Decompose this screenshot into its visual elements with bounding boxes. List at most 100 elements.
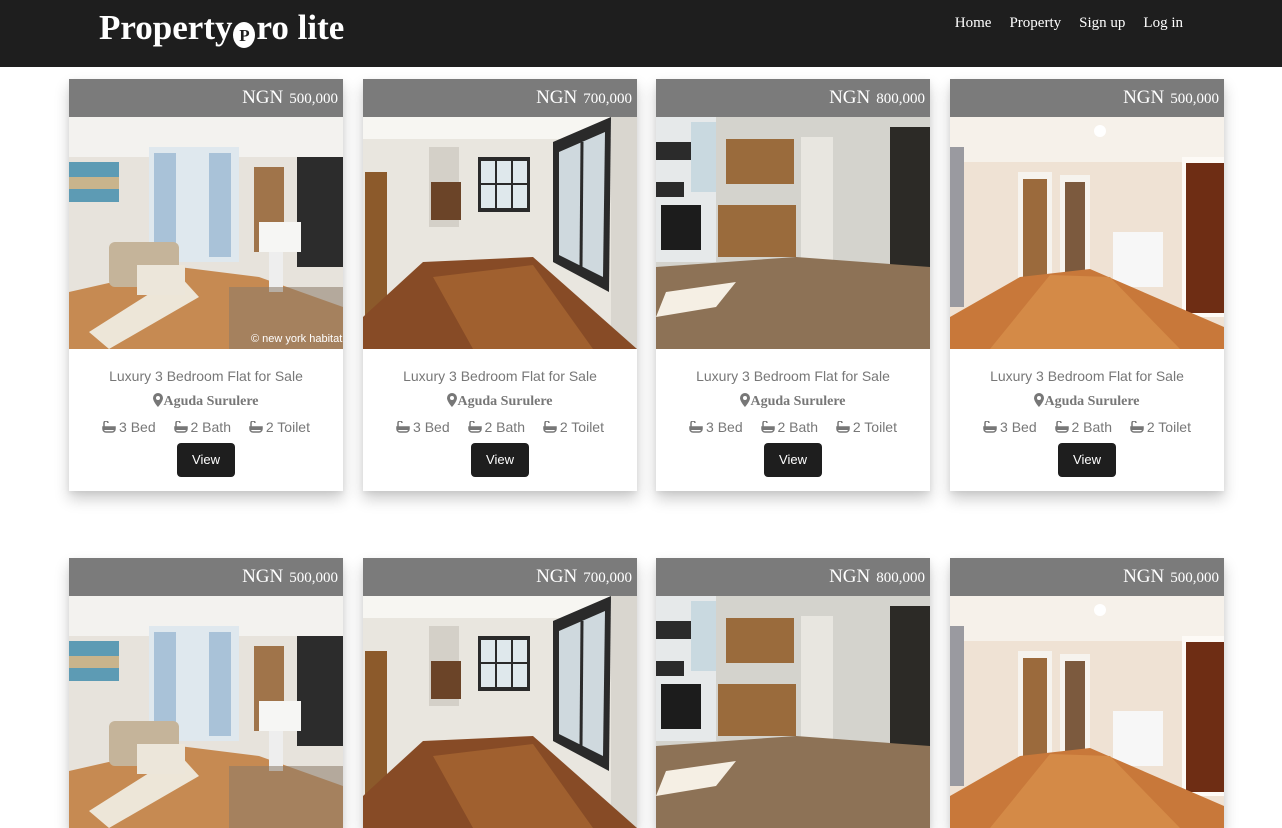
price-currency: NGN xyxy=(536,566,578,587)
view-button[interactable]: View xyxy=(764,443,822,477)
feature-toilet: 2 Toilet xyxy=(836,419,897,435)
toilet-label: 2 Toilet xyxy=(852,419,897,435)
price-bar: NGN 500,000 xyxy=(69,558,343,596)
card-body: Luxury 3 Bedroom Flat for Sale Aguda Sur… xyxy=(656,349,930,491)
navbar: Property Pro lite Home Property Sign up L… xyxy=(0,0,1282,67)
price-currency: NGN xyxy=(1123,87,1165,108)
view-button[interactable]: View xyxy=(471,443,529,477)
listing-card: NGN 500,000 © new york habitat Luxury 3 … xyxy=(69,79,343,491)
location-label: Aguda Surulere xyxy=(457,394,553,409)
bed-label: 3 Bed xyxy=(119,419,156,435)
bath-icon xyxy=(249,419,266,435)
location-label: Aguda Surulere xyxy=(163,394,259,409)
feature-bed: 3 Bed xyxy=(102,419,156,435)
listing-card: NGN 800,000 xyxy=(656,558,930,828)
listing-card: NGN 700,000 xyxy=(363,558,637,828)
bath-icon xyxy=(543,419,560,435)
listing-features: 3 Bed 2 Bath 2 Toilet xyxy=(69,419,343,435)
price-amount: 800,000 xyxy=(876,91,925,107)
photo-watermark: © new york habitat xyxy=(251,333,342,345)
bed-label: 3 Bed xyxy=(706,419,743,435)
feature-bath: 2 Bath xyxy=(467,419,525,435)
listing-card: NGN 700,000 Luxury 3 Bedroom Flat for Sa… xyxy=(363,79,637,491)
bath-icon xyxy=(836,419,853,435)
price-currency: NGN xyxy=(829,566,871,587)
listing-features: 3 Bed 2 Bath 2 Toilet xyxy=(363,419,637,435)
view-button[interactable]: View xyxy=(1058,443,1116,477)
price-currency: NGN xyxy=(242,87,284,108)
price-bar: NGN 500,000 xyxy=(950,558,1224,596)
card-body: Luxury 3 Bedroom Flat for Sale Aguda Sur… xyxy=(950,349,1224,491)
nav-signup-link[interactable]: Sign up xyxy=(1079,15,1125,32)
bath-label: 2 Bath xyxy=(777,419,818,435)
feature-toilet: 2 Toilet xyxy=(1130,419,1191,435)
bed-label: 3 Bed xyxy=(1000,419,1037,435)
price-amount: 800,000 xyxy=(876,570,925,586)
property-photo[interactable] xyxy=(363,117,637,349)
feature-bed: 3 Bed xyxy=(983,419,1037,435)
location-label: Aguda Surulere xyxy=(750,394,846,409)
nav-login-link[interactable]: Log in xyxy=(1143,15,1183,32)
property-photo[interactable] xyxy=(950,117,1224,349)
price-bar: NGN 500,000 xyxy=(69,79,343,117)
bath-icon xyxy=(467,419,485,435)
price-amount: 500,000 xyxy=(289,91,338,107)
price-bar: NGN 700,000 xyxy=(363,558,637,596)
price-bar: NGN 500,000 xyxy=(950,79,1224,117)
price-amount: 500,000 xyxy=(1170,570,1219,586)
feature-bath: 2 Bath xyxy=(173,419,231,435)
brand-text-end: ro lite xyxy=(256,8,345,47)
price-amount: 500,000 xyxy=(289,570,338,586)
bath-icon xyxy=(689,419,706,435)
price-currency: NGN xyxy=(536,87,578,108)
listing-card: NGN 800,000 Luxury 3 Bedroom Flat for Sa… xyxy=(656,79,930,491)
toilet-label: 2 Toilet xyxy=(1146,419,1191,435)
nav-property-link[interactable]: Property xyxy=(1009,15,1061,32)
bath-icon xyxy=(983,419,1000,435)
bath-label: 2 Bath xyxy=(1071,419,1112,435)
brand-badge: P xyxy=(233,22,256,48)
view-button[interactable]: View xyxy=(177,443,235,477)
map-pin-icon xyxy=(447,393,458,409)
price-amount: 700,000 xyxy=(583,570,632,586)
card-body: Luxury 3 Bedroom Flat for Sale Aguda Sur… xyxy=(363,349,637,491)
bath-icon xyxy=(1054,419,1072,435)
bath-label: 2 Bath xyxy=(190,419,231,435)
listing-location: Aguda Surulere xyxy=(363,393,637,410)
brand-text-start: Property xyxy=(99,8,233,47)
property-photo[interactable] xyxy=(950,596,1224,828)
bath-icon xyxy=(102,419,119,435)
price-amount: 700,000 xyxy=(583,91,632,107)
bath-icon xyxy=(173,419,191,435)
property-photo[interactable] xyxy=(656,596,930,828)
feature-bath: 2 Bath xyxy=(760,419,818,435)
property-photo[interactable] xyxy=(656,117,930,349)
nav-home-link[interactable]: Home xyxy=(955,15,992,32)
map-pin-icon xyxy=(740,393,751,409)
listing-features: 3 Bed 2 Bath 2 Toilet xyxy=(656,419,930,435)
price-bar: NGN 800,000 xyxy=(656,558,930,596)
bath-icon xyxy=(1130,419,1147,435)
listing-location: Aguda Surulere xyxy=(656,393,930,410)
property-photo[interactable]: © new york habitat xyxy=(69,117,343,349)
property-photo[interactable] xyxy=(69,596,343,828)
toilet-label: 2 Toilet xyxy=(559,419,604,435)
price-currency: NGN xyxy=(242,566,284,587)
location-label: Aguda Surulere xyxy=(1044,394,1140,409)
property-photo[interactable] xyxy=(363,596,637,828)
listing-title: Luxury 3 Bedroom Flat for Sale xyxy=(990,368,1184,384)
bath-icon xyxy=(760,419,778,435)
price-currency: NGN xyxy=(829,87,871,108)
price-bar: NGN 700,000 xyxy=(363,79,637,117)
toilet-label: 2 Toilet xyxy=(265,419,310,435)
price-bar: NGN 800,000 xyxy=(656,79,930,117)
feature-bed: 3 Bed xyxy=(396,419,450,435)
listing-card: NGN 500,000 Luxury 3 Bedroom Flat for Sa… xyxy=(950,79,1224,491)
brand-logo[interactable]: Property Pro lite xyxy=(99,6,344,50)
listing-title: Luxury 3 Bedroom Flat for Sale xyxy=(109,368,303,384)
map-pin-icon xyxy=(1034,393,1045,409)
price-amount: 500,000 xyxy=(1170,91,1219,107)
card-body: Luxury 3 Bedroom Flat for Sale Aguda Sur… xyxy=(69,349,343,491)
map-pin-icon xyxy=(153,393,164,409)
feature-bath: 2 Bath xyxy=(1054,419,1112,435)
